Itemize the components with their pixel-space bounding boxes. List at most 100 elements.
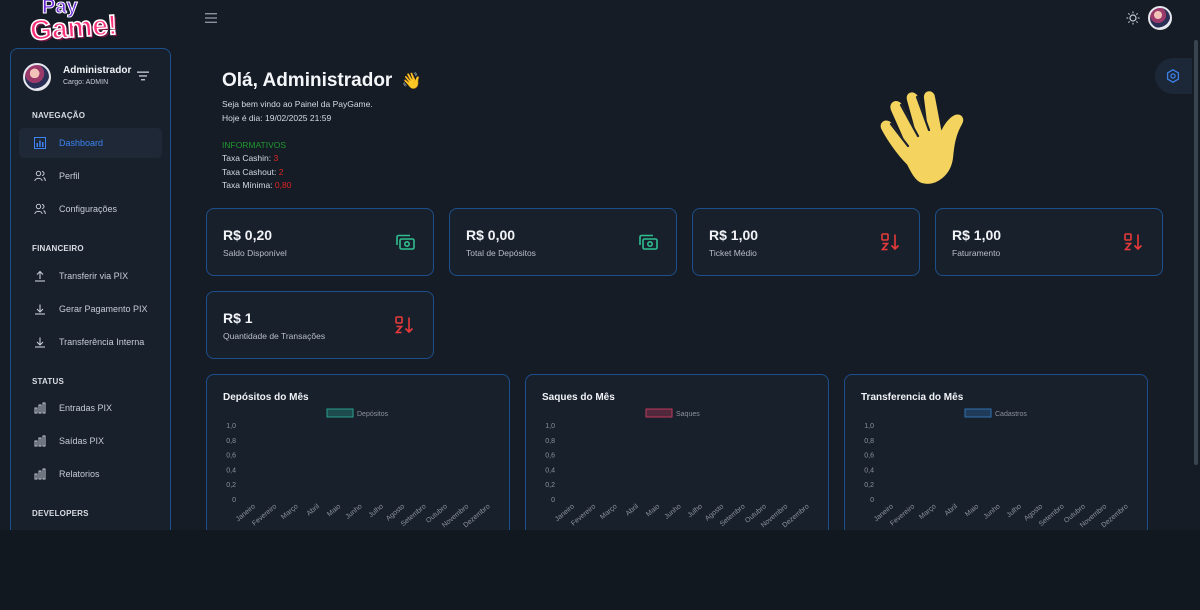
page-scrollbar-thumb[interactable]	[1194, 40, 1198, 465]
filter-icon[interactable]	[137, 71, 149, 81]
card-ticket-medio: R$ 1,00 Ticket Médio	[692, 208, 920, 276]
wave-emoji: 👋	[401, 73, 422, 90]
sidebar-item-dashboard[interactable]: Dashboard	[19, 128, 162, 158]
x-tick-label: Março	[280, 503, 299, 521]
y-tick-label: 0,2	[226, 482, 236, 489]
sidebar-item-gerar-pagamento[interactable]: Gerar Pagamento PIX	[19, 294, 162, 324]
fee-label: Taxa Cashout:	[222, 167, 277, 177]
menu-icon[interactable]	[205, 13, 217, 23]
sidebar: Administrador Cargo: ADMIN NAVEGAÇÃO Das…	[10, 48, 171, 530]
sidebar-item-label: Saídas PIX	[59, 436, 105, 446]
sidebar-item-label: Transferir via PIX	[59, 271, 129, 281]
fee-value: 3	[273, 153, 279, 163]
app-viewport: Pay Game! Administrador Cargo: ADMIN NAV…	[0, 0, 1200, 530]
card-label: Ticket Médio	[709, 248, 757, 258]
sidebar-user[interactable]: Administrador Cargo: ADMIN	[23, 63, 163, 93]
fee-value: 2	[278, 167, 284, 177]
sidebar-item-saidas-pix[interactable]: Saídas PIX	[19, 426, 162, 456]
card-label: Total de Depósitos	[466, 248, 536, 258]
greeting-text: Olá, Administrador	[222, 70, 393, 91]
card-value: R$ 1	[223, 310, 253, 326]
y-tick-label: 0,8	[545, 438, 555, 445]
x-tick-label: Maio	[326, 503, 342, 518]
sidebar-item-label: Configurações	[59, 204, 118, 214]
x-tick-label: Junho	[983, 503, 1002, 521]
y-tick-label: 0	[232, 497, 236, 504]
avatar	[23, 63, 51, 91]
chart-transferencia: Transferencia do Mês Cadastros 1,0 0,8 0,6 0…	[844, 374, 1148, 530]
upload-icon	[33, 269, 47, 283]
card-total-depositos: R$ 0,00 Total de Depósitos	[449, 208, 677, 276]
chart-depositos: Depósitos do Mês Depósitos 1,0 0,8 0,6 0,4 0,…	[206, 374, 510, 530]
card-label: Saldo Disponível	[223, 248, 287, 258]
fee-minimum: Taxa Mínima: 0,80	[222, 180, 291, 190]
sidebar-item-label: Perfil	[59, 171, 80, 181]
sidebar-item-perfil[interactable]: Perfil	[19, 161, 162, 191]
card-faturamento: R$ 1,00 Faturamento	[935, 208, 1163, 276]
logo-game-text: Game!	[28, 8, 119, 47]
chart-saques: Saques do Mês Saques 1,0 0,8 0,6 0,4 0,2 0 Jane…	[525, 374, 829, 530]
y-tick-label: 0,4	[226, 467, 236, 474]
y-tick-label: 0,4	[545, 467, 555, 474]
page-title: Olá, Administrador 👋	[222, 70, 422, 92]
x-tick-label: Maio	[964, 503, 980, 518]
sidebar-section-navegacao: NAVEGAÇÃO	[32, 111, 86, 120]
y-tick-label: 0,2	[864, 482, 874, 489]
card-quantidade-transacoes: R$ 1 Quantidade de Transações	[206, 291, 434, 359]
y-tick-label: 1,0	[545, 423, 555, 430]
money-icon	[396, 234, 415, 250]
y-tick-label: 0,6	[226, 453, 236, 460]
fee-value: 0,80	[274, 180, 292, 190]
sidebar-item-label: Relatorios	[59, 469, 100, 479]
sidebar-item-configuracoes[interactable]: Configurações	[19, 194, 162, 224]
x-tick-label: Abril	[625, 503, 641, 518]
y-tick-label: 0,8	[864, 438, 874, 445]
y-tick-label: 0	[870, 497, 874, 504]
top-user-avatar[interactable]	[1148, 6, 1172, 30]
x-tick-label: Maio	[645, 503, 661, 518]
legend-label: Depósitos	[357, 411, 389, 418]
welcome-text: Seja bem vindo ao Painel da PayGame.	[222, 99, 373, 109]
card-value: R$ 0,00	[466, 227, 516, 243]
legend-swatch	[964, 408, 992, 418]
gear-icon	[1166, 69, 1180, 83]
user-role: Cargo: ADMIN	[63, 79, 109, 86]
chart-svg: Cadastros1,00,80,60,40,20JaneiroFevereir…	[864, 408, 1130, 529]
users-icon	[33, 169, 47, 183]
users-icon	[33, 202, 47, 216]
fee-cashin: Taxa Cashin: 3	[222, 153, 278, 163]
x-tick-label: Abril	[944, 503, 960, 518]
sort-icon	[1124, 233, 1143, 251]
y-tick-label: 0,4	[864, 467, 874, 474]
x-tick-label: Julho	[368, 503, 385, 519]
card-value: R$ 0,20	[223, 227, 273, 243]
x-tick-label: Abril	[306, 503, 322, 518]
x-tick-label: Junho	[664, 503, 683, 521]
bar-chart-icon	[33, 434, 47, 448]
download-icon	[33, 335, 47, 349]
x-tick-label: Julho	[1006, 503, 1023, 519]
sidebar-section-financeiro: FINANCEIRO	[32, 244, 84, 253]
sun-icon[interactable]	[1126, 11, 1140, 25]
user-name: Administrador	[63, 65, 132, 76]
sidebar-item-relatorios[interactable]: Relatorios	[19, 459, 162, 489]
info-title: INFORMATIVOS	[222, 140, 287, 150]
sidebar-item-transferencia-interna[interactable]: Transferência Interna	[19, 327, 162, 357]
legend-label: Cadastros	[995, 411, 1027, 418]
x-tick-label: Março	[599, 503, 618, 521]
sidebar-item-transferir-pix[interactable]: Transferir via PIX	[19, 261, 162, 291]
y-tick-label: 0,8	[226, 438, 236, 445]
date-text: Hoje é dia: 19/02/2025 21:59	[222, 113, 332, 123]
sort-icon	[395, 316, 414, 334]
fee-label: Taxa Cashin:	[222, 153, 272, 163]
card-label: Faturamento	[952, 248, 1001, 258]
money-icon	[639, 234, 658, 250]
bar-chart-icon	[33, 401, 47, 415]
legend-swatch	[645, 408, 673, 418]
sidebar-item-label: Transferência Interna	[59, 337, 145, 347]
y-tick-label: 0,2	[545, 482, 555, 489]
dashboard-icon	[33, 136, 47, 150]
sidebar-item-entradas-pix[interactable]: Entradas PIX	[19, 393, 162, 423]
paygame-logo[interactable]: Pay Game!	[28, 0, 138, 48]
y-tick-label: 0,6	[545, 453, 555, 460]
